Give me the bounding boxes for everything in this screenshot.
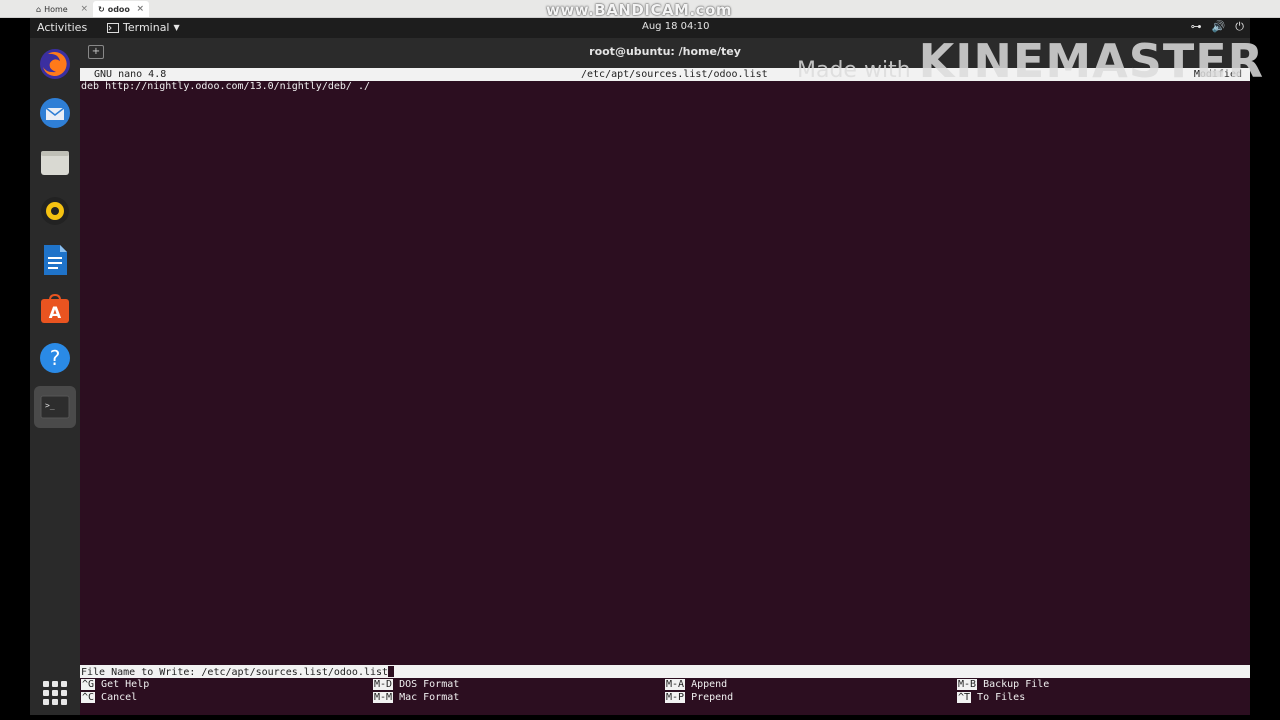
dock-item-help[interactable]: ?: [34, 337, 76, 379]
shortcut-prepend[interactable]: M-P Prepend: [665, 692, 733, 703]
file-content-line[interactable]: deb http://nightly.odoo.com/13.0/nightly…: [81, 81, 370, 92]
shortcut-cancel[interactable]: ^C Cancel: [81, 692, 137, 703]
help-icon: ?: [40, 343, 70, 373]
shortcut-key: M-D: [373, 679, 394, 690]
shortcut-mac-format[interactable]: M-M Mac Format: [373, 692, 459, 703]
dock-item-thunderbird[interactable]: [34, 92, 76, 134]
shortcut-key: M-B: [957, 679, 978, 690]
kinemaster-watermark: Made with KINEMASTER: [797, 34, 1264, 88]
firefox-icon: [40, 49, 70, 79]
shortcut-label: Mac Format: [399, 692, 460, 703]
terminal-icon: >_: [40, 395, 70, 419]
files-icon: [41, 151, 69, 175]
text-cursor: [388, 666, 395, 677]
watermark-brand: KINEMASTER: [918, 34, 1265, 88]
shortcut-key: M-A: [665, 679, 686, 690]
dock-item-firefox[interactable]: [34, 43, 76, 85]
thunderbird-icon: [40, 98, 70, 128]
shortcut-dos-format[interactable]: M-D DOS Format: [373, 679, 459, 690]
dock-item-rhythmbox[interactable]: [34, 190, 76, 232]
system-status-area[interactable]: ⊶ 🔊 ⏻: [1191, 20, 1244, 34]
dock-item-software[interactable]: A: [34, 288, 76, 330]
shortcut-label: To Files: [977, 692, 1026, 703]
host-tab-label: odoo: [107, 4, 130, 14]
shortcut-label: Prepend: [691, 692, 734, 703]
terminal-content[interactable]: GNU nano 4.8 /etc/apt/sources.list/odoo.…: [80, 68, 1250, 715]
shortcut-key: M-M: [373, 692, 394, 703]
app-menu-label: Terminal: [123, 21, 170, 34]
shortcut-key: ^T: [957, 692, 972, 703]
shortcut-label: DOS Format: [399, 679, 460, 690]
svg-text:>_: >_: [45, 401, 55, 410]
watermark-made-with: Made with: [797, 58, 911, 83]
nano-version: GNU nano 4.8: [94, 69, 167, 80]
shortcut-label: Append: [691, 679, 728, 690]
bandicam-watermark: www.BANDICAM.com: [546, 1, 733, 19]
close-icon[interactable]: ×: [136, 4, 144, 14]
host-tab-home[interactable]: ⌂ Home ×: [31, 1, 93, 17]
shortcut-append[interactable]: M-A Append: [665, 679, 727, 690]
software-center-icon: A: [41, 293, 69, 323]
show-applications-icon[interactable]: [43, 681, 67, 705]
shortcut-key: ^G: [81, 679, 96, 690]
filename-prompt-text[interactable]: File Name to Write: /etc/apt/sources.lis…: [81, 667, 388, 678]
filename-prompt[interactable]: File Name to Write: /etc/apt/sources.lis…: [80, 665, 1250, 678]
chevron-down-icon: ▼: [173, 23, 180, 32]
dock-item-writer[interactable]: [34, 239, 76, 281]
svg-text:?: ?: [50, 346, 61, 370]
dock: A ? >_: [30, 38, 80, 715]
refresh-icon: ↻: [98, 4, 105, 14]
host-tab-odoo[interactable]: ↻ odoo ×: [93, 1, 149, 17]
app-menu[interactable]: Terminal ▼: [107, 21, 180, 34]
home-icon: ⌂: [36, 4, 42, 14]
dock-item-files[interactable]: [34, 141, 76, 183]
shortcut-label: Get Help: [101, 679, 150, 690]
libreoffice-writer-icon: [44, 245, 67, 275]
shortcut-key: ^C: [81, 692, 96, 703]
power-icon: ⏻: [1235, 20, 1244, 33]
nano-filename: /etc/apt/sources.list/odoo.list: [581, 69, 768, 80]
terminal-icon: [107, 22, 119, 33]
volume-icon: 🔊: [1211, 20, 1226, 33]
shortcut-label: Backup File: [983, 679, 1050, 690]
close-icon[interactable]: ×: [80, 4, 88, 14]
shortcut-to-files[interactable]: ^T To Files: [957, 692, 1025, 703]
host-tab-label: Home: [44, 4, 68, 14]
shortcut-get-help[interactable]: ^G Get Help: [81, 679, 149, 690]
shortcut-label: Cancel: [101, 692, 138, 703]
rhythmbox-icon: [41, 197, 69, 225]
shortcut-backup-file[interactable]: M-B Backup File: [957, 679, 1049, 690]
network-icon: ⊶: [1190, 20, 1202, 33]
clock[interactable]: Aug 18 04:10: [642, 21, 709, 32]
activities-button[interactable]: Activities: [37, 21, 87, 34]
dock-item-terminal[interactable]: >_: [34, 386, 76, 428]
svg-text:A: A: [49, 303, 62, 322]
shortcut-key: M-P: [665, 692, 686, 703]
